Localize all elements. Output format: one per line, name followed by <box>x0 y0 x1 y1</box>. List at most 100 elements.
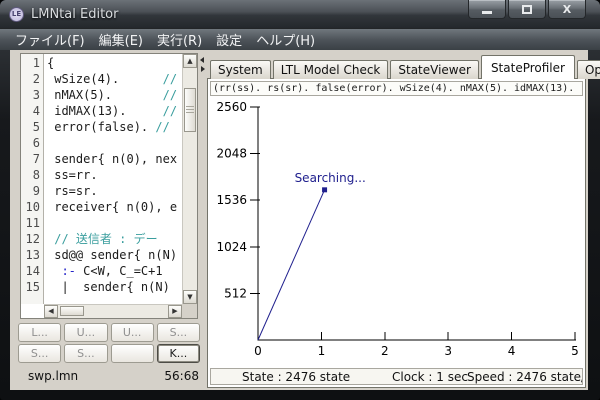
code-line: error(false). // <box>47 119 182 135</box>
cursor-position: 56:68 <box>164 369 199 383</box>
action-button[interactable]: L... <box>18 323 61 342</box>
code-line <box>47 215 182 231</box>
line-number: 3 <box>21 87 43 103</box>
line-number: 5 <box>21 119 43 135</box>
menu-item[interactable]: 実行(R) <box>150 29 209 50</box>
minimize-button[interactable] <box>468 0 506 19</box>
scrollbar-corner <box>182 304 197 318</box>
split-divider[interactable] <box>199 50 207 390</box>
y-axis-label: 2560 <box>216 100 247 114</box>
file-name: swp.lmn <box>28 369 78 383</box>
line-number: 4 <box>21 103 43 119</box>
x-axis-label: 3 <box>444 344 452 358</box>
code-area[interactable]: { wSize(4). // nMAX(5). // idMAX(13). //… <box>47 55 182 304</box>
x-axis-label: 0 <box>254 344 262 358</box>
scroll-up-button[interactable]: ▲ <box>183 54 197 68</box>
maximize-button[interactable] <box>508 0 546 19</box>
tab-ltl-model-check[interactable]: LTL Model Check <box>273 60 389 79</box>
searching-annotation: Searching... <box>295 171 366 185</box>
thumb-grip-icon <box>186 106 194 115</box>
splitter-collapse-left-icon[interactable] <box>200 57 204 63</box>
line-number: 1 <box>21 55 43 71</box>
right-panel: SystemLTL Model CheckStateViewerStatePro… <box>207 50 588 390</box>
tab-bar: SystemLTL Model CheckStateViewerStatePro… <box>210 54 600 79</box>
code-line: idMAX(13). // <box>47 103 182 119</box>
tab-option[interactable]: Option <box>577 60 600 79</box>
horizontal-scroll-thumb[interactable] <box>60 306 84 316</box>
maximize-icon <box>522 5 532 14</box>
code-editor: 123456789101112131415 { wSize(4). // nMA… <box>20 53 198 319</box>
code-line: :- C<W, C_=C+1 <box>47 263 182 279</box>
close-button[interactable]: X <box>548 0 586 19</box>
profiler-header-text: (rr(ss). rs(sr). false(error). wSize(4).… <box>210 81 583 96</box>
action-button[interactable] <box>111 344 154 363</box>
code-line: wSize(4). // <box>47 71 182 87</box>
y-axis-label: 1536 <box>216 193 247 207</box>
code-line: { <box>47 55 182 71</box>
chart-canvas: 5121024153620482560012345Searching... <box>208 98 586 364</box>
tab-stateviewer[interactable]: StateViewer <box>390 60 479 79</box>
profiler-chart: 5121024153620482560012345Searching... <box>208 98 586 364</box>
code-line: | sender{ n(N) <box>47 279 182 295</box>
code-line: rs=sr. <box>47 183 182 199</box>
line-number: 9 <box>21 183 43 199</box>
y-axis-label: 512 <box>224 286 247 300</box>
left-button-grid: L...U...U...S...S...S...K... <box>18 323 200 365</box>
x-axis-label: 5 <box>571 344 579 358</box>
x-axis-label: 4 <box>508 344 516 358</box>
state-count: State : 2476 state <box>242 370 350 384</box>
action-button[interactable]: U... <box>64 323 107 342</box>
line-number: 13 <box>21 247 43 263</box>
code-line: nMAX(5). // <box>47 87 182 103</box>
line-number: 10 <box>21 199 43 215</box>
line-number: 14 <box>21 263 43 279</box>
chart-axes <box>258 107 576 340</box>
code-line: ss=rr. <box>47 167 182 183</box>
line-number: 11 <box>21 215 43 231</box>
speed-value: Speed : 2476 state/se... <box>467 370 583 384</box>
title-bar[interactable]: LE LMNtal Editor X <box>0 0 600 28</box>
clock-value: Clock : 1 sec <box>392 370 468 384</box>
action-button[interactable]: S... <box>157 323 200 342</box>
line-number: 12 <box>21 231 43 247</box>
scroll-left-button[interactable]: ◀ <box>44 305 58 318</box>
tab-system[interactable]: System <box>210 60 271 79</box>
line-number-gutter: 123456789101112131415 <box>21 54 44 304</box>
scroll-right-button[interactable]: ▶ <box>168 305 182 318</box>
data-point-marker <box>322 187 327 192</box>
action-button[interactable]: U... <box>111 323 154 342</box>
left-status-bar: swp.lmn 56:68 <box>20 367 199 385</box>
line-number: 6 <box>21 135 43 151</box>
splitter-collapse-right-icon[interactable] <box>201 66 205 72</box>
data-line <box>258 190 325 340</box>
menu-item[interactable]: 編集(E) <box>92 29 150 50</box>
scroll-down-button[interactable]: ▼ <box>183 290 197 304</box>
vertical-scroll-thumb[interactable] <box>184 88 196 132</box>
menu-bar: ファイル(F)編集(E)実行(R)設定ヘルプ(H) <box>0 28 600 50</box>
window-controls: X <box>468 0 586 19</box>
editor-horizontal-scrollbar[interactable]: ◀ ▶ <box>44 304 182 318</box>
y-axis-label: 2048 <box>216 147 247 161</box>
action-button[interactable]: K... <box>157 344 200 363</box>
content-area: 123456789101112131415 { wSize(4). // nMA… <box>10 50 588 390</box>
action-button[interactable]: S... <box>64 344 107 363</box>
editor-vertical-scrollbar[interactable]: ▲ ▼ <box>182 54 197 304</box>
code-line: // 送信者 : デー <box>47 231 182 247</box>
minimize-icon <box>482 11 492 14</box>
x-axis-label: 2 <box>381 344 389 358</box>
menu-item[interactable]: ヘルプ(H) <box>249 29 322 50</box>
code-line <box>47 135 182 151</box>
app-icon: LE <box>9 7 24 22</box>
tab-stateprofiler[interactable]: StateProfiler <box>481 55 575 79</box>
line-number: 8 <box>21 167 43 183</box>
code-line: sender{ n(0), nex <box>47 151 182 167</box>
menu-item[interactable]: 設定 <box>209 29 249 50</box>
profiler-status-bar: State : 2476 state Clock : 1 sec Speed :… <box>210 368 583 385</box>
line-number: 2 <box>21 71 43 87</box>
line-number: 7 <box>21 151 43 167</box>
code-line: sd@@ sender{ n(N) <box>47 247 182 263</box>
menu-item[interactable]: ファイル(F) <box>8 29 92 50</box>
code-line: receiver{ n(0), e <box>47 199 182 215</box>
x-axis-label: 1 <box>318 344 326 358</box>
action-button[interactable]: S... <box>18 344 61 363</box>
